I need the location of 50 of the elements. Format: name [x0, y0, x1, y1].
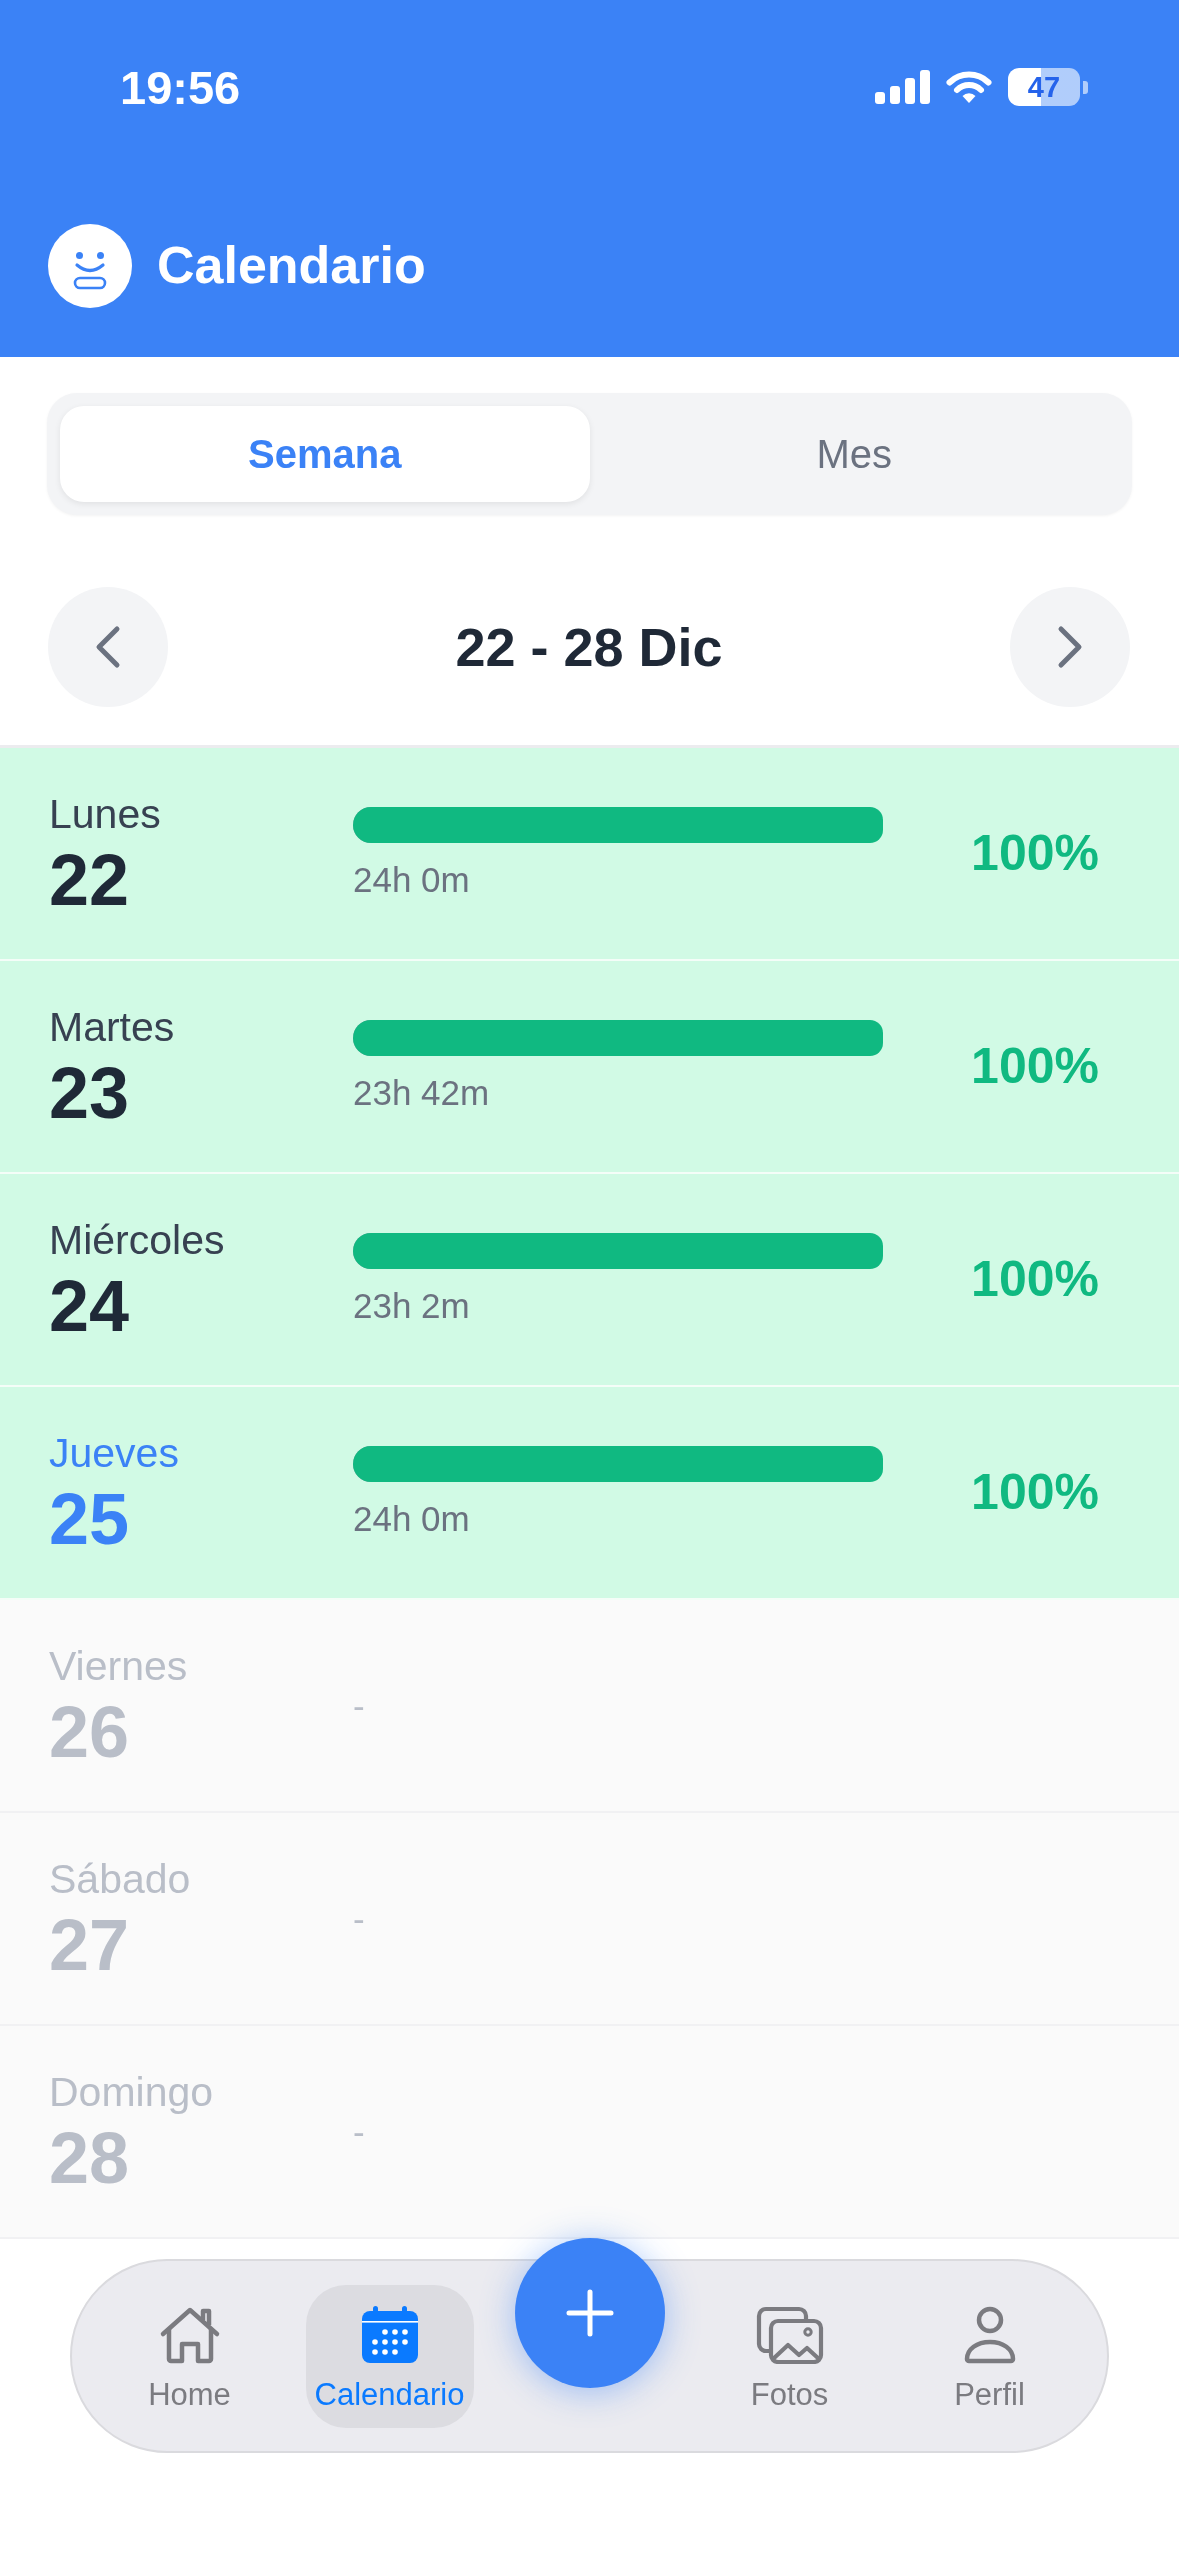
day-row[interactable]: Lunes 22 24h 0m 100% — [0, 748, 1179, 961]
weekday-label: Lunes — [49, 791, 161, 838]
duration-text: 24h 0m — [353, 860, 470, 900]
day-row[interactable]: Martes 23 23h 42m 100% — [0, 961, 1179, 1174]
weekday-label: Miércoles — [49, 1217, 225, 1264]
weekday-label: Jueves — [49, 1430, 179, 1477]
view-tab[interactable]: Mes — [589, 406, 1119, 502]
tab-bar-item[interactable]: Home — [105, 2284, 274, 2428]
percent-text: 100% — [971, 1465, 1099, 1520]
percent-text: 100% — [971, 1039, 1099, 1094]
day-number: 27 — [49, 1909, 130, 1981]
day-row[interactable]: Domingo 28 - — [0, 2026, 1179, 2239]
view-tab[interactable]: Semana — [60, 406, 590, 502]
day-number: 28 — [49, 2122, 130, 2194]
duration-text: 24h 0m — [353, 1499, 470, 1539]
add-button[interactable] — [514, 2238, 665, 2388]
percent-text: 100% — [971, 1252, 1099, 1307]
no-data-dash: - — [353, 1898, 365, 1939]
day-number: 24 — [49, 1270, 130, 1342]
day-row[interactable]: Sábado 27 - — [0, 1813, 1179, 2026]
no-data-dash: - — [353, 1685, 365, 1726]
no-data-dash: - — [353, 2111, 365, 2152]
weekday-label: Sábado — [49, 1856, 191, 1903]
calendar-icon — [359, 2305, 420, 2364]
app-title: Calendario — [157, 235, 426, 297]
day-number: 25 — [49, 1483, 130, 1555]
week-range-title: 22 - 28 Dic — [455, 615, 723, 679]
tab-bar-item[interactable]: Fotos — [705, 2284, 874, 2428]
day-row[interactable]: Miércoles 24 23h 2m 100% — [0, 1174, 1179, 1387]
weekday-label: Viernes — [49, 1643, 188, 1690]
photos-icon — [755, 2305, 824, 2364]
smiley-face-icon — [48, 223, 132, 308]
day-number: 26 — [49, 1696, 130, 1768]
day-row[interactable]: Viernes 26 - — [0, 1600, 1179, 1813]
tab-bar-item[interactable]: Calendario — [305, 2284, 474, 2428]
day-number: 22 — [49, 844, 130, 916]
percent-text: 100% — [971, 826, 1099, 881]
tab-bar-item[interactable]: Perfil — [905, 2284, 1074, 2428]
duration-text: 23h 2m — [353, 1286, 470, 1326]
chevron-right-icon — [1057, 625, 1083, 669]
plus-icon — [565, 2289, 614, 2337]
status-time: 19:56 — [120, 63, 241, 111]
day-number: 23 — [49, 1057, 130, 1129]
wifi-icon — [945, 70, 993, 104]
chevron-left-icon — [95, 625, 121, 669]
day-row[interactable]: Jueves 25 24h 0m 100% — [0, 1387, 1179, 1600]
weekday-label: Domingo — [49, 2069, 214, 2116]
weekday-label: Martes — [49, 1004, 175, 1051]
signal-icon — [875, 70, 930, 104]
duration-text: 23h 42m — [353, 1073, 490, 1113]
